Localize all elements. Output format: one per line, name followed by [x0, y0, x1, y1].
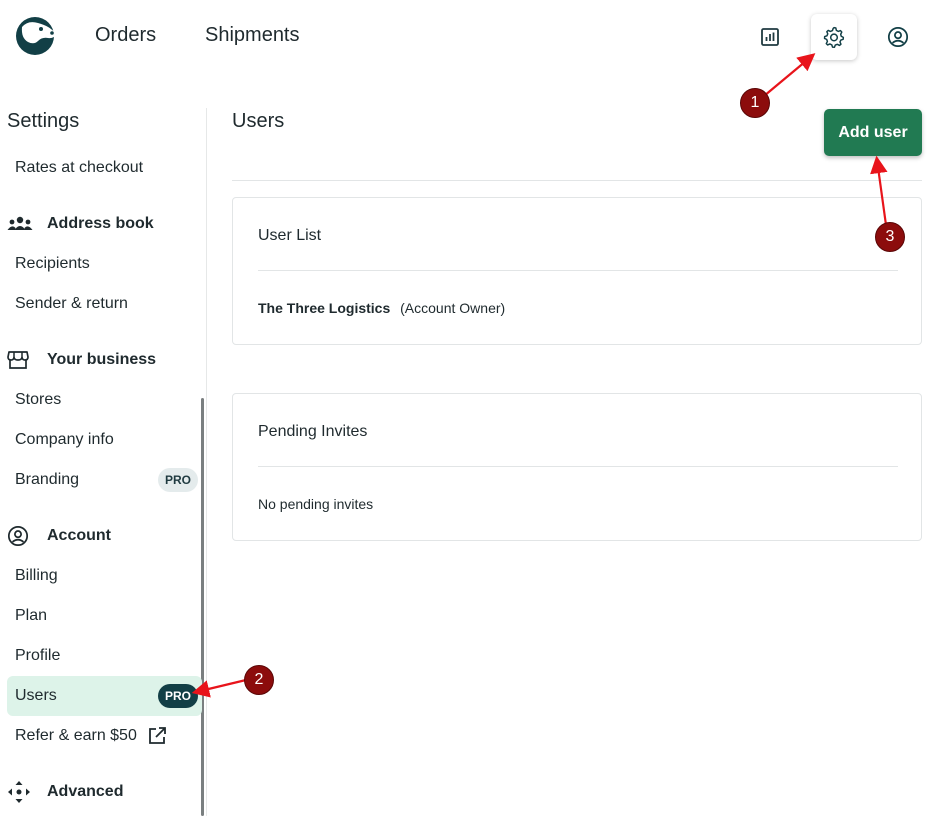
pro-badge: PRO [158, 684, 198, 708]
nav-orders[interactable]: Orders [95, 24, 156, 47]
pro-badge: PRO [158, 468, 198, 492]
sidebar-item-rates-at-checkout[interactable]: Rates at checkout [7, 148, 202, 188]
user-row: The Three Logistics (Account Owner) [258, 300, 505, 316]
sidebar-item-label: Refer & earn $50 [15, 727, 137, 744]
title-divider [232, 180, 922, 181]
settings-sidebar: Settings Rates at checkout Address book … [0, 96, 207, 816]
move-arrows-icon [7, 780, 47, 804]
top-navigation: Orders Shipments [0, 0, 943, 76]
user-circle-icon [7, 525, 47, 547]
sidebar-title: Settings [7, 110, 80, 132]
sidebar-item-users[interactable]: Users PRO [7, 676, 202, 716]
sidebar-item-stores[interactable]: Stores [7, 380, 202, 420]
sidebar-item-recipients[interactable]: Recipients [7, 244, 202, 284]
annotation-marker: 1 [740, 88, 770, 118]
sidebar-item-profile[interactable]: Profile [7, 636, 202, 676]
storefront-icon [7, 350, 47, 370]
add-user-button[interactable]: Add user [824, 109, 922, 156]
sidebar-item-plan[interactable]: Plan [7, 596, 202, 636]
sidebar-item-sender-return[interactable]: Sender & return [7, 284, 202, 324]
nav-shipments[interactable]: Shipments [205, 24, 300, 47]
card-divider [258, 466, 898, 467]
user-name: The Three Logistics [258, 300, 391, 316]
reports-button[interactable] [747, 14, 793, 60]
sidebar-section-your-business: Your business [7, 340, 202, 380]
sidebar-section-address-book: Address book [7, 204, 202, 244]
bar-chart-icon [761, 28, 779, 46]
sidebar-section-account: Account [7, 516, 202, 556]
beaver-logo-icon[interactable] [14, 14, 58, 56]
user-list-title: User List [258, 227, 322, 244]
gear-icon [823, 26, 845, 48]
pending-invites-card: Pending Invites No pending invites [232, 393, 922, 541]
annotation-marker: 2 [244, 665, 274, 695]
user-role: (Account Owner) [400, 300, 506, 316]
people-group-icon [7, 216, 47, 232]
user-list-card: User List The Three Logistics (Account O… [232, 197, 922, 345]
sidebar-item-label: Users [15, 687, 57, 704]
card-divider [258, 270, 898, 271]
sidebar-section-label: Advanced [47, 783, 124, 800]
account-button[interactable] [875, 14, 921, 60]
sidebar-item-billing[interactable]: Billing [7, 556, 202, 596]
pending-invites-empty: No pending invites [258, 496, 374, 512]
sidebar-item-branding[interactable]: Branding PRO [7, 460, 202, 500]
sidebar-section-label: Address book [47, 215, 154, 232]
sidebar-section-label: Account [47, 527, 111, 544]
sidebar-section-label: Your business [47, 351, 157, 368]
sidebar-item-refer-earn[interactable]: Refer & earn $50 [7, 716, 202, 756]
sidebar-section-advanced: Advanced [7, 772, 202, 812]
sidebar-item-company-info[interactable]: Company info [7, 420, 202, 460]
external-link-icon [147, 726, 167, 746]
user-circle-icon [887, 26, 909, 48]
settings-button[interactable] [811, 14, 857, 60]
page-title: Users [232, 110, 285, 132]
pending-invites-title: Pending Invites [258, 423, 368, 440]
sidebar-item-label: Branding [15, 471, 80, 488]
